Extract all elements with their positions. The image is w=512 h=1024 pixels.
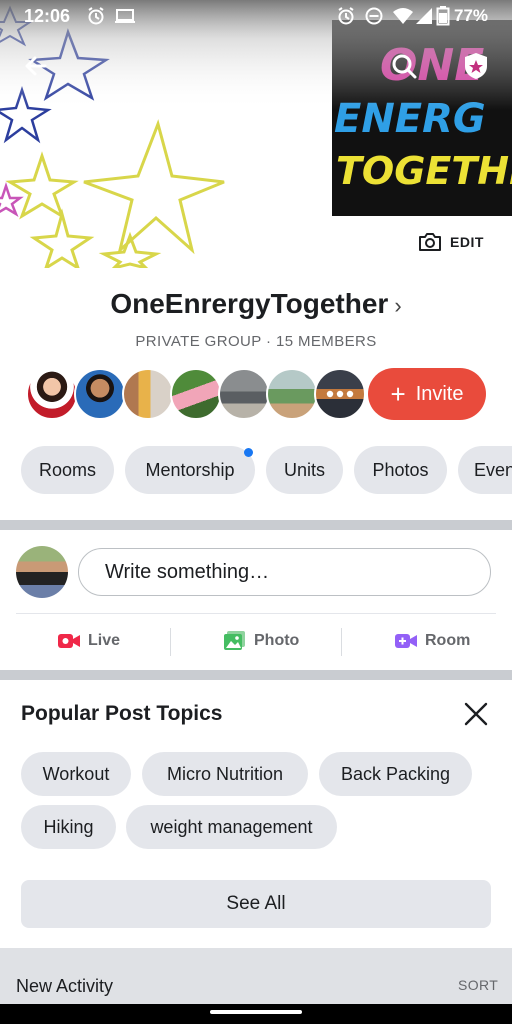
tab-photos[interactable]: Photos: [354, 446, 447, 494]
tab-label: Photos: [372, 459, 429, 480]
camera-icon: [419, 233, 441, 251]
tab-label: Even: [474, 459, 512, 480]
chevron-right-icon: ›: [394, 293, 402, 318]
group-name: OneEnrergyTogether: [110, 288, 389, 319]
topics-title: Popular Post Topics: [21, 702, 223, 725]
search-button[interactable]: [386, 48, 422, 84]
topic-label: Workout: [42, 763, 110, 784]
invite-label: Invite: [415, 382, 464, 405]
close-icon: [464, 702, 488, 726]
tab-units[interactable]: Units: [266, 446, 343, 494]
live-button[interactable]: Live: [58, 626, 120, 656]
tab-label: Units: [283, 459, 325, 480]
section-divider: [0, 520, 512, 530]
action-divider: [170, 628, 171, 656]
invite-button[interactable]: + Invite: [368, 368, 486, 420]
avatar[interactable]: [218, 368, 270, 420]
topic-label: weight management: [150, 816, 313, 837]
topic-chip-micro-nutrition[interactable]: Micro Nutrition: [142, 752, 308, 796]
topic-chip-workout[interactable]: Workout: [21, 752, 131, 796]
cover-photo: ONE ENERG TOGETHE 12:06 77% EDIT: [0, 0, 512, 268]
edit-label: EDIT: [450, 234, 484, 250]
status-bar: 12:06 77%: [0, 0, 512, 32]
topic-chip-hiking[interactable]: Hiking: [21, 805, 116, 849]
more-dots-icon: [326, 390, 354, 398]
alarm-icon: [338, 7, 354, 25]
topic-chip-weight-management[interactable]: weight management: [126, 805, 337, 849]
edit-cover-button[interactable]: EDIT: [418, 228, 484, 256]
composer-divider: [16, 613, 496, 614]
close-topics-button[interactable]: [458, 696, 494, 732]
write-something-input[interactable]: Write something…: [78, 548, 491, 596]
status-time: 12:06: [24, 6, 71, 26]
room-button[interactable]: Room: [395, 626, 470, 656]
action-divider: [341, 628, 342, 656]
dnd-icon: [365, 7, 383, 25]
signal-icon: [416, 8, 432, 24]
tab-events[interactable]: Even: [458, 446, 512, 494]
live-video-icon: [58, 634, 80, 648]
home-gesture-handle[interactable]: [210, 1010, 302, 1014]
admin-tools-button[interactable]: [458, 48, 494, 84]
room-video-icon: [395, 634, 417, 648]
search-icon: [392, 54, 417, 79]
battery-icon: [436, 6, 450, 26]
composer-placeholder: Write something…: [105, 560, 270, 583]
activity-title: New Activity: [16, 976, 114, 996]
photo-label: Photo: [254, 632, 300, 649]
system-nav-bar: [0, 1004, 512, 1024]
tab-label: Mentorship: [145, 459, 235, 480]
tab-rooms[interactable]: Rooms: [21, 446, 114, 494]
topic-label: Hiking: [43, 816, 94, 837]
avatar[interactable]: [122, 368, 174, 420]
avatar[interactable]: [26, 368, 78, 420]
group-tabs: Rooms Mentorship Units Photos Even: [0, 446, 512, 494]
avatar[interactable]: [74, 368, 126, 420]
user-avatar[interactable]: [16, 546, 68, 598]
section-divider: [0, 670, 512, 680]
back-button[interactable]: [18, 48, 54, 84]
notification-dot: [244, 448, 253, 457]
tab-label: Rooms: [38, 459, 96, 480]
laptop-icon: [115, 9, 135, 23]
group-name-link[interactable]: OneEnrergyTogether ›: [0, 288, 512, 320]
alarm-icon: [88, 7, 104, 25]
battery-percent: 77%: [454, 6, 489, 25]
avatar[interactable]: [266, 368, 318, 420]
logo-text-together: TOGETHE: [336, 149, 512, 193]
photo-button[interactable]: Photo: [224, 626, 299, 656]
wifi-icon: [393, 8, 413, 24]
tab-mentorship[interactable]: Mentorship: [125, 446, 255, 494]
shield-star-icon: [465, 53, 487, 79]
live-label: Live: [88, 632, 121, 649]
avatar[interactable]: [170, 368, 222, 420]
group-meta: PRIVATE GROUP · 15 MEMBERS: [135, 333, 377, 350]
arrow-left-icon: [25, 56, 47, 76]
plus-icon: +: [390, 379, 406, 409]
room-label: Room: [425, 632, 471, 649]
topic-label: Back Packing: [340, 763, 451, 784]
topic-label: Micro Nutrition: [166, 763, 284, 784]
sort-button[interactable]: SORT: [458, 977, 498, 993]
see-all-label: See All: [226, 893, 286, 914]
topic-chip-back-packing[interactable]: Back Packing: [319, 752, 472, 796]
more-members-avatar[interactable]: [314, 368, 366, 420]
see-all-button[interactable]: See All: [21, 880, 491, 928]
photo-icon: [224, 631, 245, 650]
